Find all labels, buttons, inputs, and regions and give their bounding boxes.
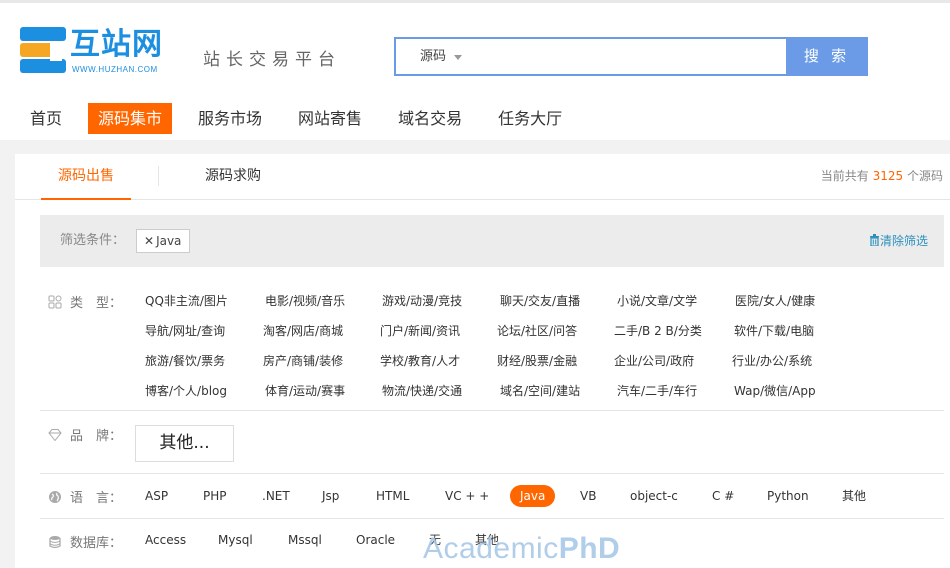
type-item[interactable]: 汽车/二手/车行 [617,382,697,399]
site-header: 互站网 WWW.HUZHAN.COM 站长交易平台 源码 搜 索 首页 源码集市… [0,0,950,140]
brand-row: 品 牌： 其他... [40,411,944,474]
type-item[interactable]: 二手/B 2 B/分类 [614,322,702,339]
diamond-icon [48,429,62,442]
type-row-label: 类 型： [70,296,123,311]
language-option[interactable]: HTML [376,485,409,507]
logo-mark-icon [20,27,66,73]
language-option[interactable]: Jsp [322,485,339,507]
type-item[interactable]: 导航/网址/查询 [145,322,225,339]
nav-item-domain-trade[interactable]: 域名交易 [388,103,472,134]
database-option[interactable]: Mssql [288,529,322,551]
nav-item-website-consign[interactable]: 网站寄售 [288,103,372,134]
type-item[interactable]: 博客/个人/blog [145,382,227,399]
type-item[interactable]: 游戏/动漫/竞技 [382,292,462,309]
search-bar: 源码 搜 索 [394,37,868,76]
search-type-select[interactable]: 源码 [396,39,468,74]
language-option[interactable]: PHP [203,485,227,507]
language-option[interactable]: VB [580,485,596,507]
total-count: 当前共有 3125 个源码 [821,154,943,200]
nav-item-task-hall[interactable]: 任务大厅 [488,103,572,134]
search-type-label: 源码 [420,49,447,64]
language-row-label: 语 言： [70,491,123,506]
tab-divider [158,166,159,186]
grid-icon [48,295,62,309]
close-icon: ✕ [144,234,155,248]
type-item[interactable]: 旅游/餐饮/票务 [145,352,225,369]
type-item[interactable]: 电影/视频/音乐 [265,292,345,309]
type-row: 类 型： QQ非主流/图片 电影/视频/音乐 游戏/动漫/竞技 聊天/交友/直播… [40,278,944,411]
trash-icon [869,234,879,247]
caret-down-icon [454,55,462,60]
listing-panel: 源码出售 源码求购 当前共有 3125 个源码 筛选条件： ✕ Java 清除筛选… [15,154,950,568]
type-item[interactable]: 域名/空间/建站 [500,382,580,399]
site-logo[interactable]: 互站网 WWW.HUZHAN.COM [20,23,170,81]
nav-item-service-market[interactable]: 服务市场 [188,103,272,134]
total-number: 3125 [872,169,904,183]
filter-bar: 筛选条件： ✕ Java 清除筛选 [40,215,944,267]
type-item[interactable]: 学校/教育/人才 [380,352,460,369]
language-option[interactable]: object-c [630,485,678,507]
tab-source-sale[interactable]: 源码出售 [41,154,131,200]
type-item[interactable]: 软件/下载/电脑 [734,322,814,339]
database-icon [49,536,61,549]
clear-filter-label: 清除筛选 [879,234,928,248]
watermark-part1: Academic [423,532,559,565]
database-option[interactable]: Oracle [356,529,395,551]
nav-item-home[interactable]: 首页 [20,103,72,134]
language-option[interactable]: Python [767,485,809,507]
type-item[interactable]: 门户/新闻/资讯 [380,322,460,339]
watermark: AcademicPhD [423,532,620,566]
clear-filter-button[interactable]: 清除筛选 [869,215,928,267]
nav-item-source-market[interactable]: 源码集市 [88,103,173,134]
type-item[interactable]: 体育/运动/赛事 [265,382,345,399]
globe-icon [49,491,61,503]
type-item[interactable]: 财经/股票/金融 [497,352,577,369]
filter-tag-java[interactable]: ✕ Java [136,229,191,253]
type-item[interactable]: 淘客/网店/商城 [263,322,343,339]
language-option[interactable]: C # [712,485,734,507]
brand-row-label-wrap: 品 牌： [48,425,122,444]
site-slogan: 站长交易平台 [203,50,341,70]
tab-source-wanted[interactable]: 源码求购 [187,154,279,200]
type-item[interactable]: 聊天/交友/直播 [500,292,580,309]
type-item[interactable]: 企业/公司/政府 [614,352,694,369]
database-row-label: 数据库： [70,536,123,551]
logo-url-text: WWW.HUZHAN.COM [72,65,158,74]
total-suffix: 个源码 [906,169,943,183]
database-option[interactable]: Access [145,529,186,551]
type-item[interactable]: 医院/女人/健康 [735,292,815,309]
search-input[interactable] [470,41,780,72]
brand-option-other[interactable]: 其他... [135,425,234,462]
database-option[interactable]: Mysql [218,529,253,551]
main-nav: 首页 源码集市 服务市场 网站寄售 域名交易 任务大厅 [20,103,588,134]
language-option-selected[interactable]: Java [510,485,556,507]
language-option[interactable]: VC + + [445,485,489,507]
language-row: 语 言： ASP PHP .NET Jsp HTML VC + + Java V… [40,474,944,519]
language-option[interactable]: ASP [145,485,168,507]
watermark-part2: PhD [558,532,621,565]
type-item[interactable]: Wap/微信/App [734,382,816,399]
type-item[interactable]: 论坛/社区/问答 [497,322,577,339]
search-button[interactable]: 搜 索 [786,37,868,76]
filter-label: 筛选条件： [60,233,126,248]
logo-text: 互站网 [70,27,163,62]
type-item[interactable]: 小说/文章/文学 [617,292,697,309]
database-row-label-wrap: 数据库： [48,532,122,551]
language-option[interactable]: 其他 [842,485,866,507]
filter-tag-label: Java [156,234,182,248]
type-item[interactable]: 物流/快递/交通 [382,382,462,399]
language-option[interactable]: .NET [262,485,290,507]
language-row-label-wrap: 语 言： [48,487,122,506]
type-item[interactable]: QQ非主流/图片 [145,292,228,309]
brand-row-label: 品 牌： [70,429,123,444]
total-prefix: 当前共有 [820,169,869,183]
type-item[interactable]: 房产/商铺/装修 [263,352,343,369]
type-item[interactable]: 行业/办公/系统 [732,352,812,369]
listing-tabs: 源码出售 源码求购 当前共有 3125 个源码 [15,154,950,200]
type-row-label-wrap: 类 型： [48,292,122,311]
